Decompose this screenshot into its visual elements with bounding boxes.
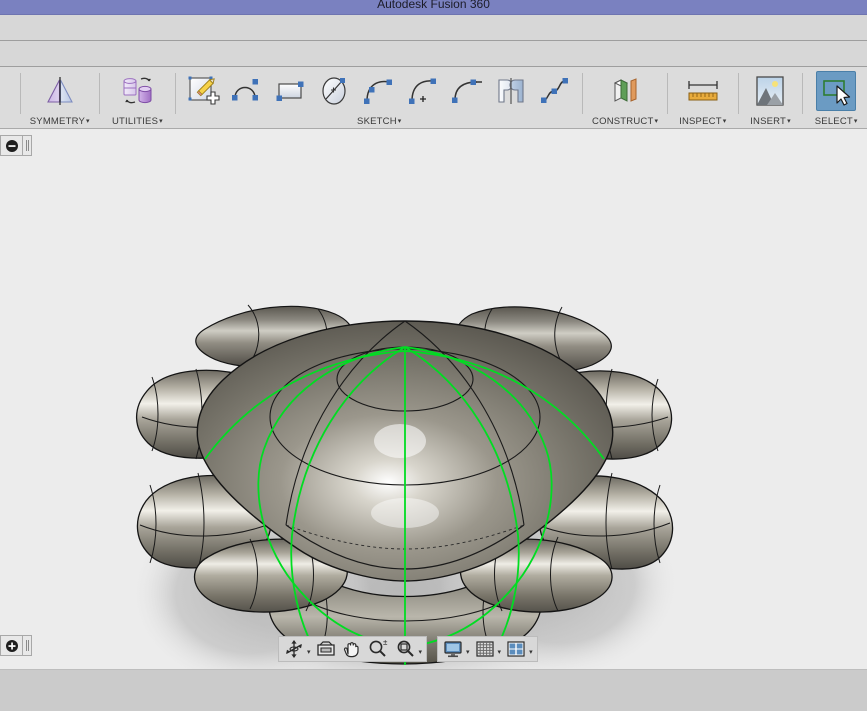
create-sketch-icon[interactable] xyxy=(183,71,223,111)
panel-label-construct: CONSTRUCT xyxy=(592,116,654,127)
ribbon-panel-construct[interactable]: CONSTRUCT▾ xyxy=(585,67,665,128)
convert-icon[interactable] xyxy=(117,71,157,111)
ribbon-panel-modify-partial[interactable] xyxy=(0,67,18,128)
title-bar: Autodesk Fusion 360 xyxy=(0,0,867,15)
collapse-browser-button[interactable] xyxy=(0,135,23,156)
browser-resize-grip[interactable] xyxy=(23,135,32,156)
construct-plane-icon[interactable] xyxy=(605,71,645,111)
window-title: Autodesk Fusion 360 xyxy=(377,0,490,11)
ribbon-panel-insert[interactable]: INSERT▾ xyxy=(741,67,801,128)
grid-snaps-icon[interactable] xyxy=(472,638,498,660)
zoom-icon[interactable]: ± xyxy=(365,638,393,660)
chevron-down-icon[interactable]: ▾ xyxy=(529,648,533,656)
chevron-down-icon[interactable]: ▾ xyxy=(419,648,423,656)
pan-icon[interactable] xyxy=(339,638,365,660)
ribbon-toolbar: SYMMETRY▾ UTILITIES▾ SKETCH▾ CONSTRUCT▾ … xyxy=(0,67,867,129)
display-group: ▾ ▾ ▾ xyxy=(437,636,538,662)
viewports-icon[interactable] xyxy=(503,638,529,660)
ribbon-separator xyxy=(737,73,739,114)
chevron-down-icon[interactable]: ▾ xyxy=(159,118,163,125)
chevron-down-icon[interactable]: ▾ xyxy=(787,118,791,125)
chevron-down-icon[interactable]: ▾ xyxy=(498,648,502,656)
ribbon-separator xyxy=(582,73,584,114)
panel-label-symmetry: SYMMETRY xyxy=(29,116,86,127)
chevron-down-icon[interactable]: ▾ xyxy=(86,118,90,125)
ribbon-separator xyxy=(666,73,668,114)
chevron-down-icon[interactable]: ▾ xyxy=(654,118,658,125)
line-icon[interactable] xyxy=(227,71,267,111)
t-spline-body[interactable] xyxy=(0,129,867,669)
panel-label-inspect: INSPECT xyxy=(679,116,722,127)
circle-icon[interactable] xyxy=(315,71,355,111)
chevron-down-icon[interactable]: ▾ xyxy=(307,648,311,656)
document-tabs-bar[interactable] xyxy=(0,41,867,67)
application-bar[interactable] xyxy=(0,15,867,41)
look-at-icon[interactable] xyxy=(313,638,339,660)
modify-tool-icon[interactable] xyxy=(0,71,5,111)
arc-tangent-icon[interactable] xyxy=(447,71,487,111)
panel-label-sketch: SKETCH xyxy=(357,116,397,127)
ribbon-separator xyxy=(802,73,804,114)
rectangle-icon[interactable] xyxy=(271,71,311,111)
chevron-down-icon[interactable]: ▾ xyxy=(466,648,470,656)
orbit-icon[interactable] xyxy=(281,638,307,660)
ribbon-separator xyxy=(19,73,21,114)
navigation-bar: ▾ ± ▾ ▾ ▾ ▾ xyxy=(278,636,538,662)
fusion-window: Autodesk Fusion 360 SYMMETRY▾ UTILITIES▾… xyxy=(0,0,867,711)
minus-circle-icon xyxy=(5,139,18,152)
measure-icon[interactable] xyxy=(683,71,723,111)
ribbon-separator xyxy=(98,73,100,114)
fit-icon[interactable] xyxy=(393,638,419,660)
ribbon-panel-sketch[interactable]: SKETCH▾ xyxy=(178,67,580,128)
expand-panel-button[interactable] xyxy=(0,635,23,656)
panel-label-select: SELECT xyxy=(814,116,853,127)
insert-image-icon[interactable] xyxy=(750,71,790,111)
mirror-sketch-icon[interactable] xyxy=(491,71,531,111)
display-settings-icon[interactable] xyxy=(440,638,466,660)
arc-center-point-icon[interactable] xyxy=(403,71,443,111)
status-bar xyxy=(0,669,867,711)
ribbon-panel-symmetry[interactable]: SYMMETRY▾ xyxy=(23,67,97,128)
select-window-icon[interactable] xyxy=(816,71,857,111)
ribbon-panel-inspect[interactable]: INSPECT▾ xyxy=(670,67,736,128)
ribbon-panel-select[interactable]: SELECT▾ xyxy=(805,67,867,128)
plus-circle-icon xyxy=(5,639,18,652)
arc-3point-icon[interactable] xyxy=(359,71,399,111)
3d-viewport[interactable]: ▾ ± ▾ ▾ ▾ ▾ xyxy=(0,129,867,669)
ribbon-separator xyxy=(175,73,177,114)
panel-label-insert: INSERT xyxy=(750,116,787,127)
ribbon-panel-utilities[interactable]: UTILITIES▾ xyxy=(102,67,174,128)
mirror-internal-icon[interactable] xyxy=(40,71,80,111)
spline-icon[interactable] xyxy=(535,71,575,111)
chevron-down-icon[interactable]: ▾ xyxy=(723,118,727,125)
timeline-resize-grip[interactable] xyxy=(23,635,32,656)
chevron-down-icon[interactable]: ▾ xyxy=(854,118,858,125)
panel-label-utilities: UTILITIES xyxy=(111,116,159,127)
svg-text:±: ± xyxy=(383,638,388,647)
chevron-down-icon[interactable]: ▾ xyxy=(398,118,402,125)
navigation-group: ▾ ± ▾ xyxy=(278,636,428,662)
